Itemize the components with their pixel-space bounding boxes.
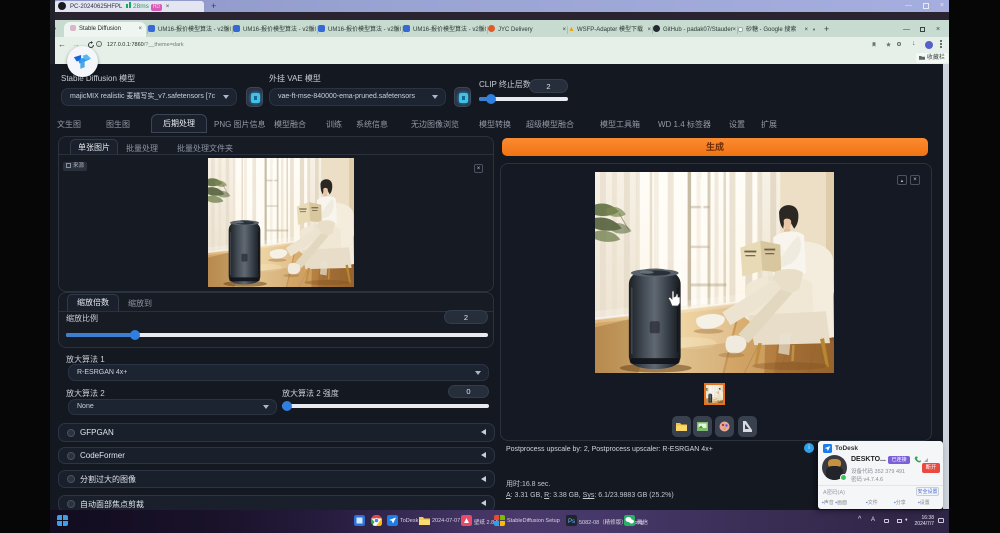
- svg-text:Ps: Ps: [568, 519, 575, 525]
